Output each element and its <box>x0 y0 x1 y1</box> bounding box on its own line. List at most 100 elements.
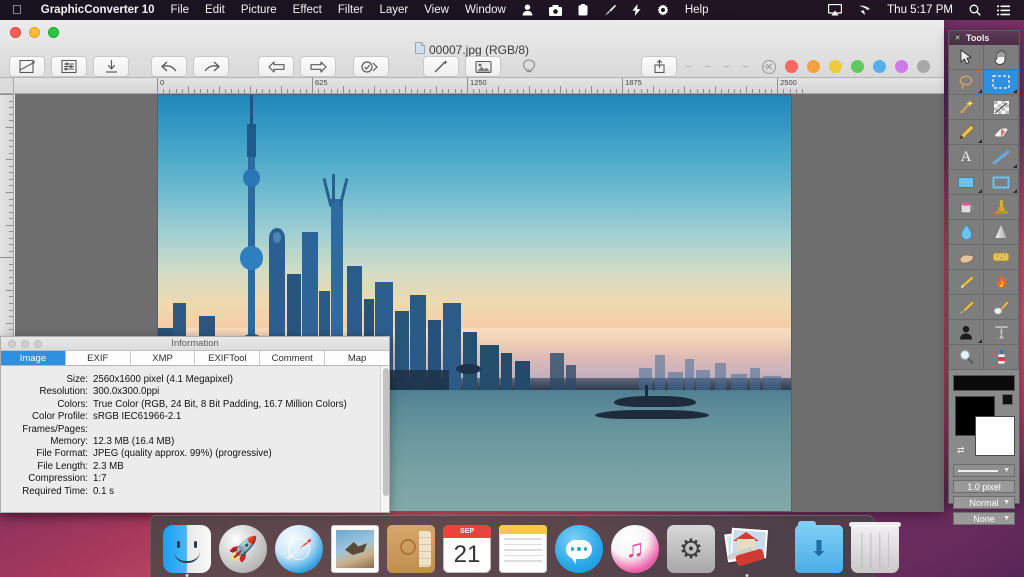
gradient-swatch-bar[interactable] <box>953 375 1015 391</box>
portrait-silhouette-icon[interactable] <box>949 320 984 345</box>
glue-bottle-icon[interactable] <box>984 345 1019 370</box>
chevron-down-icon[interactable]: ▼ <box>1003 499 1010 506</box>
tab-exif[interactable]: EXIF <box>66 351 131 365</box>
menu-item-help[interactable]: Help <box>677 0 717 20</box>
hand-icon[interactable] <box>984 45 1019 70</box>
zoom-window-button[interactable] <box>48 27 59 38</box>
menu-item-file[interactable]: File <box>163 0 198 20</box>
label-color-red[interactable] <box>785 60 798 73</box>
menu-item-effect[interactable]: Effect <box>285 0 330 20</box>
rectangle-outline-icon[interactable] <box>984 170 1019 195</box>
horizontal-ruler[interactable]: 0625125018752500 <box>14 78 944 94</box>
brush-icon[interactable] <box>596 4 624 16</box>
rating-star-4[interactable] <box>743 66 748 68</box>
pencil-icon[interactable] <box>949 120 984 145</box>
menu-app-name[interactable]: GraphicConverter 10 <box>33 0 163 20</box>
gradient-cone-icon[interactable] <box>984 220 1019 245</box>
background-color-swatch[interactable] <box>975 416 1015 456</box>
label-color-blue[interactable] <box>873 60 886 73</box>
menu-item-edit[interactable]: Edit <box>197 0 233 20</box>
gear-icon[interactable] <box>649 4 677 16</box>
close-icon[interactable]: ✕ <box>953 34 962 43</box>
chevron-down-icon[interactable]: ▼ <box>1003 467 1010 474</box>
close-window-button[interactable] <box>10 27 21 38</box>
dock-item-itunes[interactable]: ♫ <box>611 525 659 573</box>
swap-colors-icon[interactable]: ⇄ <box>957 445 965 456</box>
pattern-select[interactable]: None ▼ <box>953 512 1015 525</box>
tab-map[interactable]: Map <box>325 351 389 365</box>
label-color-yellow[interactable] <box>829 60 842 73</box>
menu-item-view[interactable]: View <box>416 0 457 20</box>
minimize-window-button[interactable] <box>29 27 40 38</box>
lasso-icon[interactable] <box>949 70 984 95</box>
dock-item-mail[interactable] <box>331 525 379 573</box>
tab-xmp[interactable]: XMP <box>131 351 196 365</box>
dock-item-contacts[interactable] <box>387 525 435 573</box>
wifi-icon[interactable] <box>850 4 879 16</box>
burn-icon[interactable] <box>984 270 1019 295</box>
sharpen-brush-icon[interactable] <box>949 295 984 320</box>
dock-item-system-preferences[interactable]: ⚙ <box>667 525 715 573</box>
blend-mode-select[interactable]: Normal ▼ <box>953 496 1015 509</box>
dock-item-finder[interactable] <box>163 525 211 573</box>
smudge-finger-icon[interactable] <box>949 245 984 270</box>
sponge-icon[interactable] <box>984 245 1019 270</box>
eraser-transparency-icon[interactable] <box>984 95 1019 120</box>
dock-item-safari[interactable] <box>275 525 323 573</box>
bolt-icon[interactable] <box>624 4 649 16</box>
magnifier-icon[interactable] <box>949 345 984 370</box>
tab-image[interactable]: Image <box>1 351 66 365</box>
menu-item-window[interactable]: Window <box>457 0 514 20</box>
rating-star-3[interactable] <box>724 66 729 68</box>
line-width-picker[interactable]: ▼ <box>953 464 1015 477</box>
label-color-purple[interactable] <box>895 60 908 73</box>
label-color-green[interactable] <box>851 60 864 73</box>
arrow-pointer-icon[interactable] <box>949 45 984 70</box>
label-color-swatches[interactable] <box>762 56 930 77</box>
no-label-icon[interactable] <box>762 60 776 74</box>
airplay-icon[interactable] <box>820 4 850 16</box>
scrollbar-thumb[interactable] <box>383 368 389 496</box>
dock-item-trash[interactable] <box>851 525 899 573</box>
paint-bucket-icon[interactable] <box>949 195 984 220</box>
tab-comment[interactable]: Comment <box>260 351 325 365</box>
dock-item-graphicconverter[interactable] <box>723 525 771 573</box>
magic-wand-icon[interactable] <box>949 95 984 120</box>
label-color-orange[interactable] <box>807 60 820 73</box>
tab-exiftool[interactable]: EXIFTool <box>195 351 260 365</box>
person-icon[interactable] <box>514 4 541 16</box>
menu-item-filter[interactable]: Filter <box>330 0 372 20</box>
eraser-icon[interactable] <box>984 120 1019 145</box>
rating-stars[interactable] <box>686 56 767 77</box>
dock-item-messages[interactable] <box>555 525 603 573</box>
dock-item-launchpad[interactable]: 🚀 <box>219 525 267 573</box>
text-tool-icon[interactable]: A <box>949 145 984 170</box>
filled-rectangle-icon[interactable] <box>949 170 984 195</box>
rating-star-2[interactable] <box>705 66 710 68</box>
menu-item-layer[interactable]: Layer <box>371 0 416 20</box>
camera-icon[interactable] <box>541 5 570 16</box>
label-color-gray[interactable] <box>917 60 930 73</box>
information-scrollbar[interactable] <box>380 366 389 512</box>
ruler-tick <box>541 89 542 93</box>
rating-star-1[interactable] <box>686 66 691 68</box>
stamp-icon[interactable] <box>984 195 1019 220</box>
blur-brush-icon[interactable] <box>984 295 1019 320</box>
search-icon[interactable] <box>961 4 989 16</box>
clipboard-icon[interactable] <box>570 4 596 16</box>
mini-color-swatch[interactable] <box>1002 394 1013 405</box>
notification-center-icon[interactable] <box>989 5 1018 16</box>
measure-tool-icon[interactable] <box>984 320 1019 345</box>
water-drop-icon[interactable] <box>949 220 984 245</box>
dock-item-calendar[interactable]: SEP 21 <box>443 525 491 573</box>
line-tool-icon[interactable] <box>984 145 1019 170</box>
menu-clock[interactable]: Thu 5:17 PM <box>879 4 961 16</box>
menu-item-picture[interactable]: Picture <box>233 0 285 20</box>
rectangular-marquee-icon[interactable] <box>984 70 1019 95</box>
chevron-down-icon[interactable]: ▼ <box>1003 515 1010 522</box>
line-width-value[interactable]: 1.0 pixel <box>953 480 1015 493</box>
apple-logo-icon[interactable]:  <box>0 0 33 20</box>
dodge-brush-icon[interactable] <box>949 270 984 295</box>
dock-item-downloads[interactable]: ⬇ <box>795 525 843 573</box>
dock-item-notes[interactable] <box>499 525 547 573</box>
